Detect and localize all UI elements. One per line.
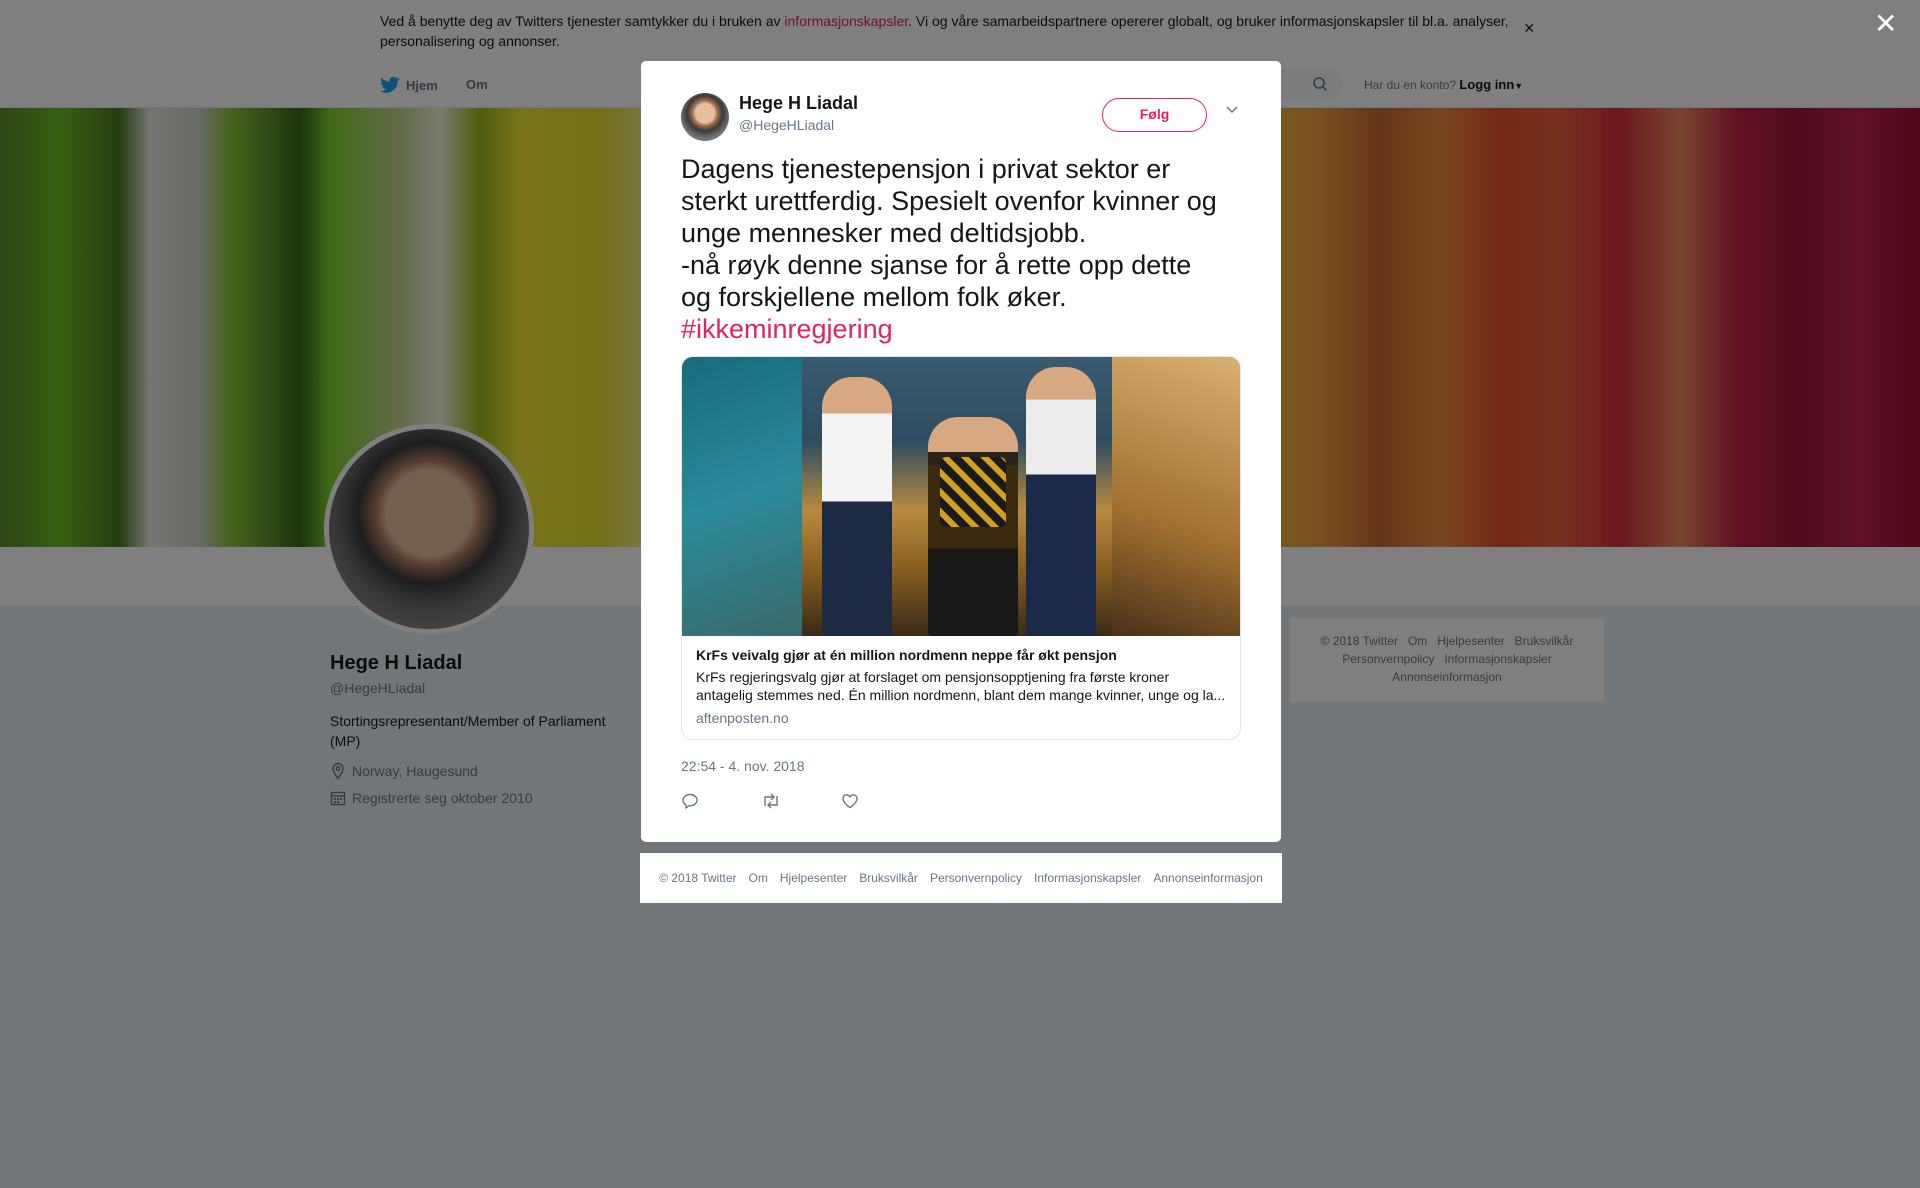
follow-button[interactable]: Følg	[1102, 98, 1207, 132]
modal-footer-link-cookies[interactable]: Informasjonskapsler	[1034, 871, 1141, 885]
card-image-person	[822, 377, 892, 636]
card-description-line: KrFs regjeringsvalg gjør at forslaget om…	[696, 669, 1170, 685]
tweet-text-line: Dagens tjenestepensjon i privat sektor e…	[681, 154, 1171, 184]
card-image-person	[1026, 367, 1096, 636]
modal-footer-link-terms[interactable]: Bruksvilkår	[859, 871, 918, 885]
card-description-line: antagelig stemmes ned. Én million nordme…	[696, 687, 1226, 703]
modal-footer-link-ads-info[interactable]: Annonseinformasjon	[1153, 871, 1262, 885]
tweet-modal: Hege H Liadal @HegeHLiadal Følg Dagens t…	[641, 61, 1281, 842]
like-heart-icon[interactable]	[841, 792, 859, 810]
modal-footer-copyright: © 2018 Twitter	[659, 871, 737, 885]
tweet-text-line: sterkt urettferdig. Spesielt ovenfor kvi…	[681, 186, 1217, 216]
modal-footer-link-privacy[interactable]: Personvernpolicy	[930, 871, 1022, 885]
card-description: KrFs regjeringsvalg gjør at forslaget om…	[696, 668, 1226, 704]
close-modal-button[interactable]: ✕	[1874, 10, 1897, 38]
hashtag-link[interactable]: #ikkeminregjering	[681, 313, 1251, 345]
tweet-text: Dagens tjenestepensjon i privat sektor e…	[681, 153, 1251, 345]
card-domain: aftenposten.no	[696, 710, 789, 726]
card-image-wall	[682, 357, 802, 636]
tweet-text-line: -nå røyk denne sjanse for å rette opp de…	[681, 250, 1192, 280]
card-title: KrFs veivalg gjør at én million nordmenn…	[696, 647, 1117, 663]
tweet-timestamp[interactable]: 22:54 - 4. nov. 2018	[681, 758, 805, 774]
modal-footer-link-about[interactable]: Om	[749, 871, 768, 885]
reply-icon[interactable]	[681, 792, 699, 810]
tweet-author-avatar[interactable]	[681, 93, 729, 141]
tweet-author-handle[interactable]: @HegeHLiadal	[739, 117, 834, 133]
modal-footer-link-help[interactable]: Hjelpesenter	[780, 871, 847, 885]
modal-footer: © 2018 Twitter Om Hjelpesenter Bruksvilk…	[640, 853, 1282, 903]
link-preview-card[interactable]: KrFs veivalg gjør at én million nordmenn…	[681, 356, 1241, 740]
card-image	[682, 357, 1240, 636]
retweet-icon[interactable]	[761, 792, 781, 810]
tweet-text-line: unge mennesker med deltidsjobb.	[681, 218, 1087, 248]
card-image-wall	[1112, 357, 1240, 636]
card-image-person-pattern	[940, 457, 1006, 527]
chevron-down-icon[interactable]	[1225, 105, 1239, 115]
tweet-author-name[interactable]: Hege H Liadal	[739, 93, 858, 114]
tweet-text-line: og forskjellene mellom folk øker.	[681, 282, 1067, 312]
